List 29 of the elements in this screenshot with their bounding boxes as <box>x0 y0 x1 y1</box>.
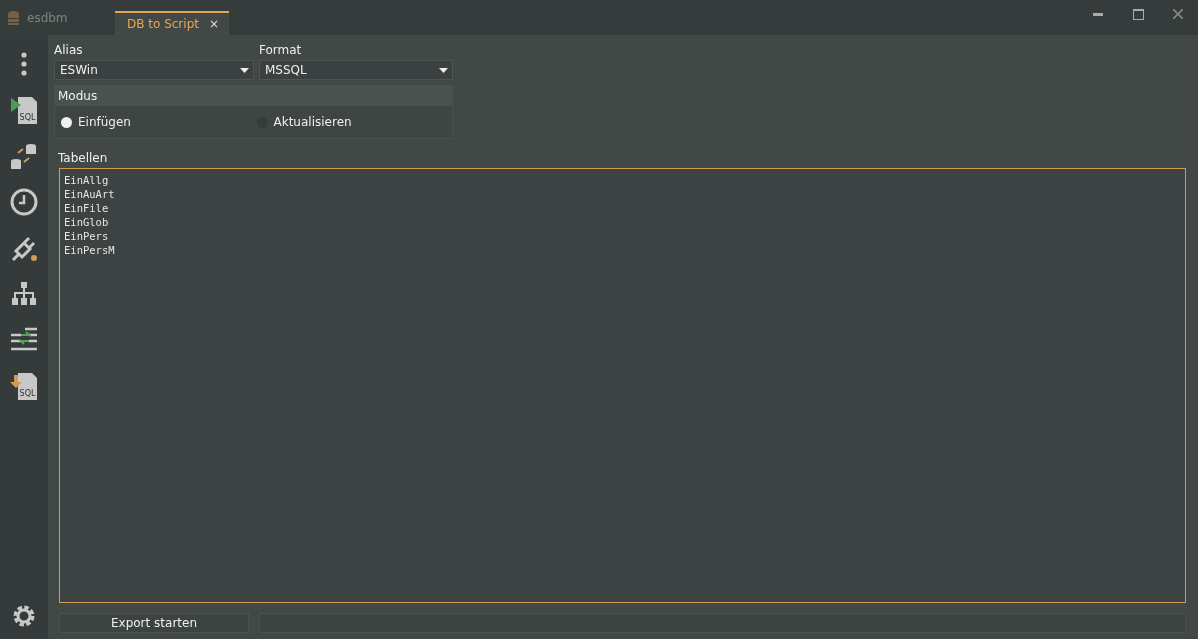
alias-dropdown[interactable]: ESWin <box>54 60 254 80</box>
table-name: EinFile <box>64 201 109 215</box>
table-name: EinAllg <box>64 173 109 187</box>
table-name: EinGlob <box>64 215 109 229</box>
panel-title: Modus <box>58 89 98 103</box>
radio-option[interactable]: Einfügen <box>61 115 257 129</box>
database-sync-icon[interactable] <box>9 141 39 171</box>
table-name: EinAuArt <box>64 187 115 201</box>
dropdown-caret-icon <box>240 67 249 73</box>
sql-label: SQL <box>19 389 36 398</box>
table-name: EinPers <box>64 229 109 243</box>
radio-option[interactable]: Aktualisieren <box>256 115 452 129</box>
close-icon <box>1173 9 1183 19</box>
minimize-icon <box>1093 12 1103 16</box>
dropdown-caret-icon <box>439 67 448 73</box>
database-icon <box>8 10 19 25</box>
close-icon[interactable]: × <box>208 17 219 31</box>
tables-text-field[interactable]: EinAllg EinAuArt EinFile EinGlob EinPers EinPersM <box>59 168 1186 603</box>
table-name: EinPersM <box>64 243 115 257</box>
clock-icon[interactable] <box>9 187 39 217</box>
field-label: Tabellen <box>58 150 109 167</box>
field-label: Alias <box>54 42 84 59</box>
app-title: esdbm <box>27 10 68 25</box>
maximize-icon <box>1132 8 1144 20</box>
tab[interactable]: DB to Script × <box>115 11 229 35</box>
field-label: Format <box>259 42 303 59</box>
sql-label: SQL <box>19 113 36 122</box>
export-button[interactable]: Export starten <box>59 613 249 633</box>
format-dropdown[interactable]: MSSQL <box>259 60 453 80</box>
